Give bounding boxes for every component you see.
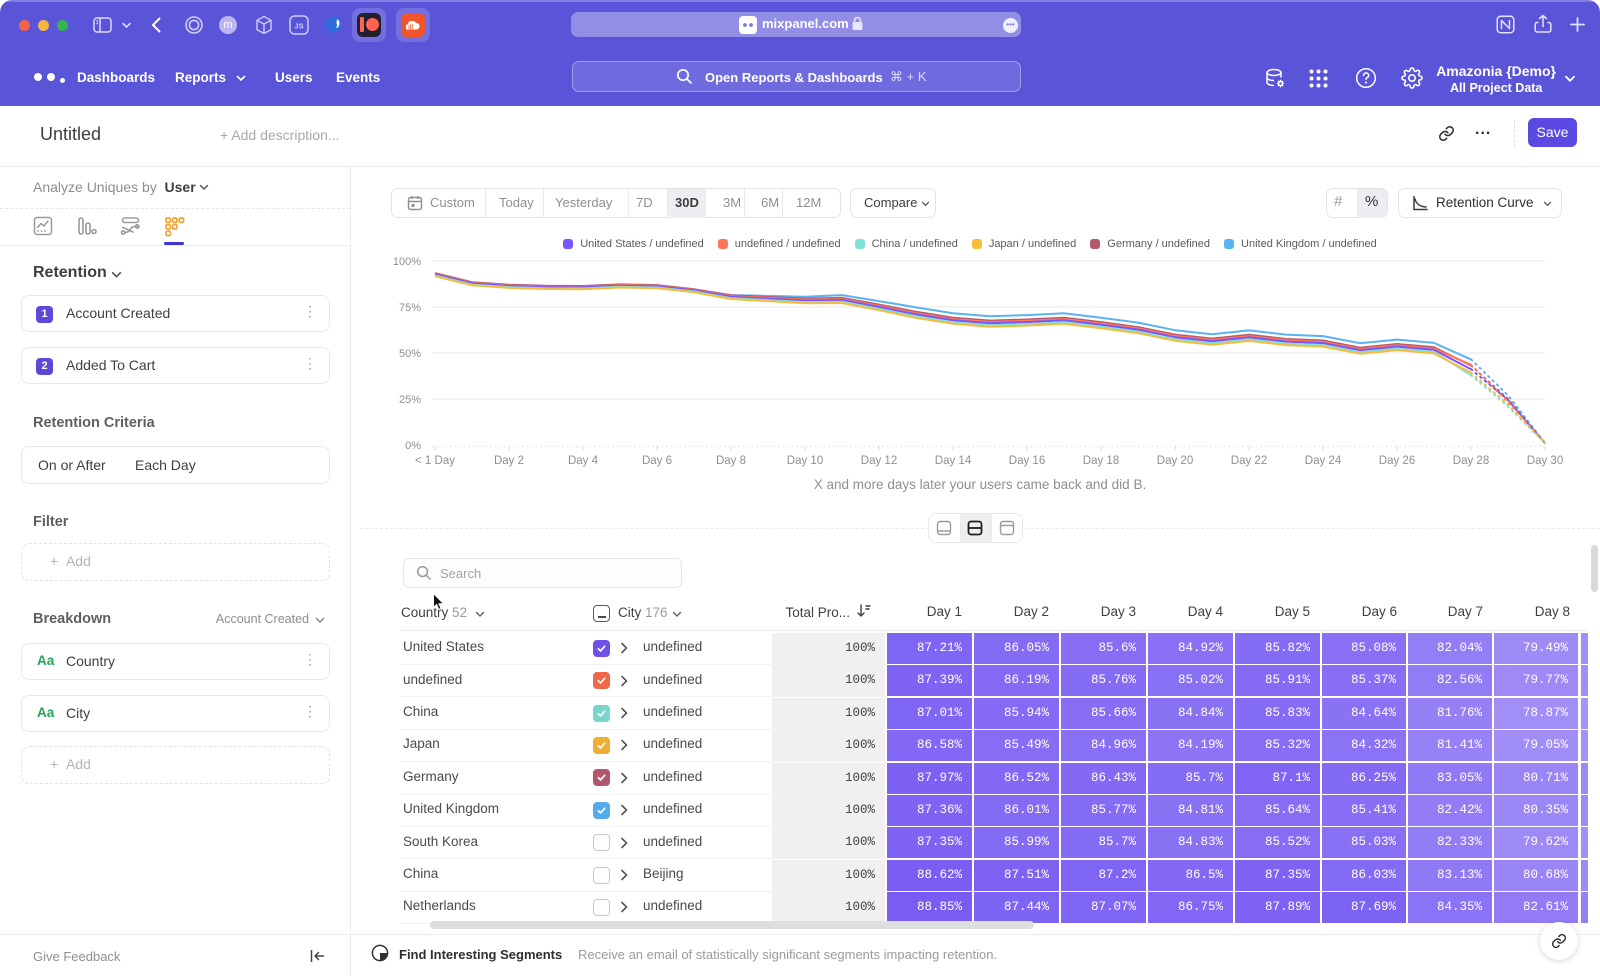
svg-text:Day 20: Day 20 <box>1157 455 1193 467</box>
svg-text:0%: 0% <box>405 440 421 452</box>
svg-text:JS: JS <box>294 22 303 31</box>
svg-text:< 1 Day: < 1 Day <box>415 455 455 467</box>
svg-text:Day 28: Day 28 <box>1453 455 1489 467</box>
svg-text:Day 26: Day 26 <box>1379 455 1415 467</box>
svg-text:Day 12: Day 12 <box>861 455 897 467</box>
svg-text:Day 30: Day 30 <box>1527 455 1563 467</box>
svg-text:Day 22: Day 22 <box>1231 455 1267 467</box>
svg-text:Day 18: Day 18 <box>1083 455 1119 467</box>
svg-text:Day 8: Day 8 <box>716 455 746 467</box>
svg-text:25%: 25% <box>399 394 421 406</box>
svg-text:Day 6: Day 6 <box>642 455 672 467</box>
svg-text:Day 16: Day 16 <box>1009 455 1045 467</box>
svg-text:Day 4: Day 4 <box>568 455 599 467</box>
svg-text:Day 24: Day 24 <box>1305 455 1342 467</box>
svg-text:75%: 75% <box>399 302 421 314</box>
svg-text:Day 14: Day 14 <box>935 455 972 467</box>
svg-text:50%: 50% <box>399 348 421 360</box>
svg-text:Day 2: Day 2 <box>494 455 524 467</box>
svg-text:100%: 100% <box>393 256 421 268</box>
svg-text:Day 10: Day 10 <box>787 455 823 467</box>
